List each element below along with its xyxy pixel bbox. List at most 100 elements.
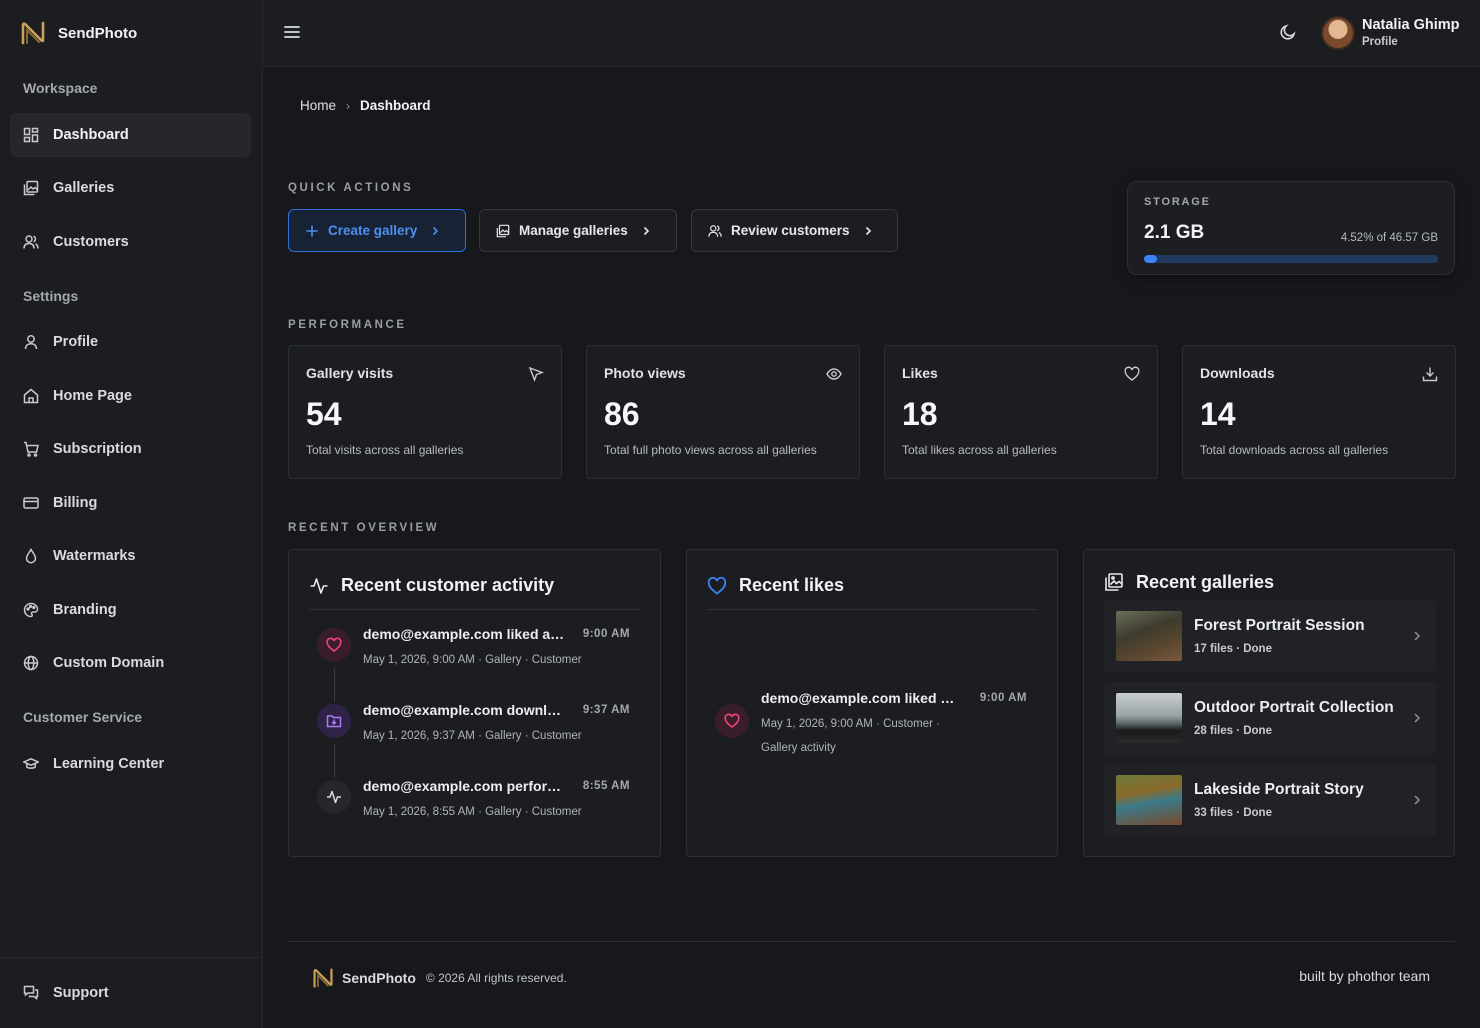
sidebar-item-support[interactable]: Support [10, 971, 251, 1015]
sidebar-item-label: Custom Domain [53, 655, 165, 671]
activity-item[interactable]: demo@example.com performed 8:55 AM May 1… [317, 776, 630, 826]
review-customers-button[interactable]: Review customers [691, 209, 898, 252]
stat-desc: Total likes across all galleries [902, 443, 1057, 457]
manage-galleries-button[interactable]: Manage galleries [479, 209, 677, 252]
chevron-right-icon [433, 226, 439, 235]
sidebar-item-label: Dashboard [53, 127, 129, 143]
sidebar-item-profile[interactable]: Profile [10, 320, 251, 364]
panel-title: Recent customer activity [341, 575, 555, 595]
moon-icon[interactable] [1279, 23, 1297, 41]
card-icon [23, 497, 39, 509]
activity-meta: May 1, 2026, 8:55 AM · Gallery · Custome… [363, 806, 582, 818]
sidebar-item-label: Billing [53, 495, 98, 511]
stat-value: 86 [604, 396, 640, 432]
gallery-sub: 17 files · Done [1194, 643, 1272, 655]
heart-icon [1124, 366, 1140, 381]
footer: SendPhoto © 2026 All rights reserved. bu… [288, 941, 1455, 1011]
stat-desc: Total full photo views across all galler… [604, 443, 817, 457]
gallery-item[interactable]: Outdoor Portrait Collection 28 files · D… [1104, 682, 1436, 755]
activity-badge [317, 704, 351, 738]
sidebar-item-subscription[interactable]: Subscription [10, 427, 251, 471]
gallery-title: Forest Portrait Session [1194, 617, 1365, 634]
storage-progress-fill [1144, 255, 1158, 263]
activity-item[interactable]: demo@example.com liked a photo 9:00 AM M… [317, 624, 630, 674]
gallery-item[interactable]: Forest Portrait Session 17 files · Done [1104, 600, 1436, 673]
sidebar-item-label: Subscription [53, 441, 142, 457]
breadcrumb-home[interactable]: Home [300, 98, 336, 113]
user-icon [24, 335, 38, 350]
stat-card-downloads: Downloads 14 Total downloads across all … [1182, 345, 1456, 479]
heart-icon [326, 637, 342, 652]
gallery-item[interactable]: Lakeside Portrait Story 33 files · Done [1104, 764, 1436, 837]
footer-copyright: © 2026 All rights reserved. [425, 971, 567, 985]
activity-icon [310, 577, 328, 594]
download-icon [1422, 367, 1438, 382]
folder-download-icon [326, 715, 342, 728]
heart-icon [707, 576, 727, 595]
brand[interactable]: SendPhoto [20, 19, 137, 47]
avatar[interactable] [1321, 16, 1355, 50]
sidebar-item-home-page[interactable]: Home Page [10, 374, 251, 418]
user-name[interactable]: Natalia Ghimp [1362, 17, 1460, 33]
activity-badge [317, 780, 351, 814]
sidebar-item-label: Learning Center [53, 756, 165, 772]
sidebar-item-label: Support [53, 985, 109, 1001]
section-settings: Settings [23, 288, 79, 304]
hamburger-menu-icon[interactable] [283, 22, 301, 42]
stat-title: Gallery visits [306, 365, 394, 381]
user-profile-link[interactable]: Profile [1362, 36, 1398, 48]
palette-icon [23, 602, 39, 618]
like-item[interactable]: demo@example.com liked a photo 9:00 AM M… [715, 688, 1027, 758]
sidebar-item-branding[interactable]: Branding [10, 588, 251, 632]
activity-meta: May 1, 2026, 9:37 AM · Gallery · Custome… [363, 730, 582, 742]
storage-label: STORAGE [1144, 196, 1211, 208]
chevron-right-icon [643, 226, 649, 235]
activity-title: demo@example.com liked a photo [363, 626, 568, 642]
stat-title: Downloads [1200, 365, 1275, 381]
chevron-right-icon [865, 226, 871, 235]
activity-time: 9:00 AM [582, 628, 630, 640]
sidebar-item-watermarks[interactable]: Watermarks [10, 534, 251, 578]
like-title: demo@example.com liked a photo [761, 690, 961, 706]
cursor-icon [528, 366, 544, 382]
create-gallery-button[interactable]: Create gallery [288, 209, 466, 252]
storage-percent: 4.52% of 46.57 GB [1340, 232, 1438, 244]
sidebar-item-billing[interactable]: Billing [10, 481, 251, 525]
sidebar-item-label: Home Page [53, 388, 132, 404]
sidebar-item-custom-domain[interactable]: Custom Domain [10, 641, 251, 685]
activity-icon [327, 790, 341, 804]
sidebar-item-galleries[interactable]: Galleries [10, 166, 251, 210]
sidebar-footer: Support [0, 957, 262, 1028]
performance-label: PERFORMANCE [288, 319, 407, 331]
users-icon [23, 235, 39, 249]
cart-icon [24, 441, 39, 457]
sidebar-item-customers[interactable]: Customers [10, 220, 251, 264]
breadcrumb-current: Dashboard [360, 98, 431, 113]
storage-card: STORAGE 2.1 GB 4.52% of 46.57 GB [1127, 181, 1455, 275]
activity-title: demo@example.com performed [363, 778, 568, 794]
button-label: Review customers [731, 223, 850, 238]
chat-icon [23, 985, 39, 1001]
sidebar-item-learning-center[interactable]: Learning Center [10, 742, 251, 786]
topbar: Natalia Ghimp Profile [263, 0, 1480, 67]
panel-title: Recent likes [739, 575, 845, 595]
activity-meta: May 1, 2026, 9:00 AM · Gallery · Custome… [363, 654, 582, 666]
stat-value: 14 [1200, 396, 1236, 432]
stat-desc: Total downloads across all galleries [1200, 443, 1389, 457]
stat-title: Photo views [604, 365, 686, 381]
sidebar-item-label: Customers [53, 234, 129, 250]
chevron-right-icon: › [346, 98, 351, 113]
like-meta: May 1, 2026, 9:00 AM · Customer · [761, 718, 940, 730]
footer-brand-name: SendPhoto [342, 970, 416, 986]
activity-item[interactable]: demo@example.com downloaded 9:37 AM May … [317, 700, 630, 750]
gallery-thumbnail [1116, 611, 1182, 661]
stat-card-photo-views: Photo views 86 Total full photo views ac… [586, 345, 860, 479]
gallery-thumbnail [1116, 693, 1182, 743]
sidebar-item-dashboard[interactable]: Dashboard [10, 113, 251, 157]
droplet-icon [25, 548, 37, 564]
activity-title: demo@example.com downloaded [363, 702, 568, 718]
storage-value: 2.1 GB [1144, 222, 1205, 243]
plus-icon [306, 224, 318, 237]
eye-icon [826, 368, 842, 380]
heart-icon [724, 713, 740, 728]
